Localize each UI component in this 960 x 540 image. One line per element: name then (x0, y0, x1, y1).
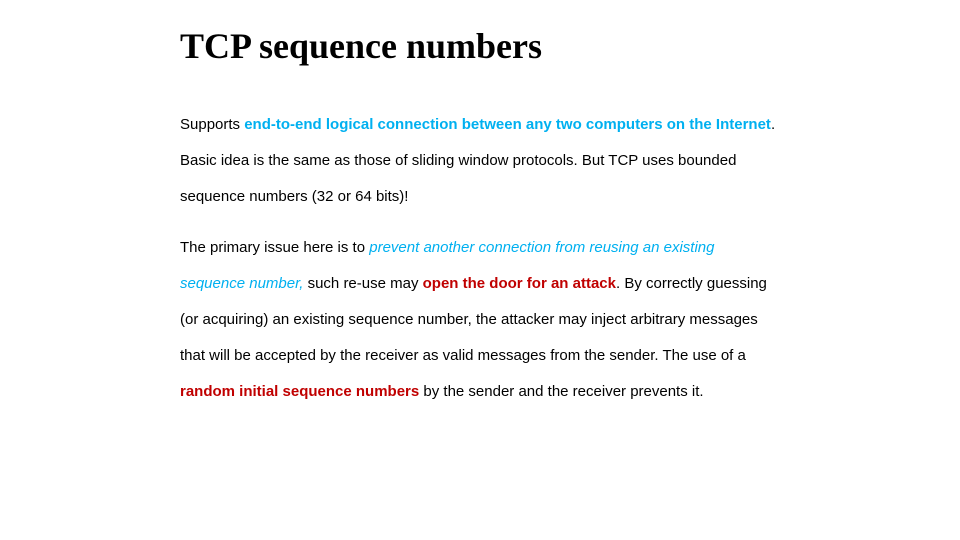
slide-body: Supports end-to-end logical connection b… (180, 107, 780, 410)
slide: TCP sequence numbers Supports end-to-end… (0, 0, 960, 540)
p2-mid1: such re-use may (303, 275, 422, 292)
slide-title: TCP sequence numbers (180, 20, 780, 67)
p2-tail: by the sender and the receiver prevents … (419, 383, 703, 400)
p1-emphasis-connection: end-to-end logical connection between an… (244, 116, 771, 133)
paragraph-2: The primary issue here is to prevent ano… (180, 230, 780, 410)
p2-emphasis-attack: open the door for an attack (423, 275, 616, 292)
paragraph-1: Supports end-to-end logical connection b… (180, 107, 780, 215)
p1-lead: Supports (180, 116, 244, 133)
p2-emphasis-random-isn: random initial sequence numbers (180, 383, 419, 400)
p2-lead: The primary issue here is to (180, 239, 369, 256)
